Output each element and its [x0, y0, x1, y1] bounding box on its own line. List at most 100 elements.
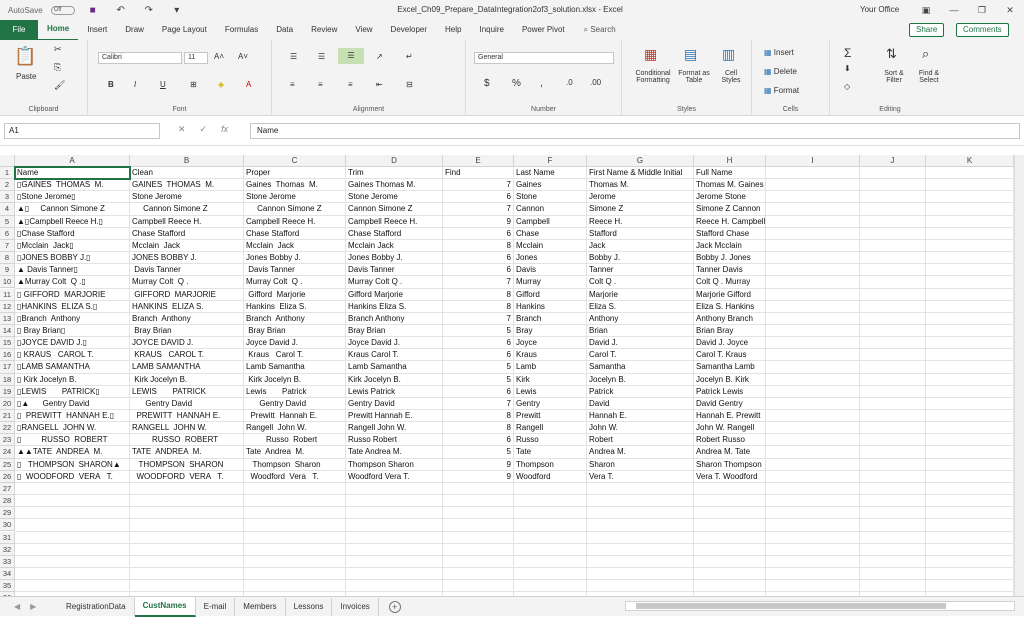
column-header-k[interactable]: K	[926, 155, 1014, 167]
cell-j1[interactable]	[860, 167, 926, 180]
cell-a15[interactable]: ▯JOYCE DAVID J.▯	[15, 337, 130, 350]
cell-h13[interactable]: Anthony Branch	[694, 312, 766, 325]
cell-j18[interactable]	[860, 373, 926, 386]
cell-f10[interactable]: Murray	[514, 276, 587, 289]
cell-g31[interactable]	[587, 531, 694, 544]
cell-k11[interactable]	[926, 288, 1014, 301]
cell-b29[interactable]	[130, 507, 244, 520]
cell-f7[interactable]: Mcclain	[514, 239, 587, 253]
cell-d12[interactable]: Hankins Eliza S.	[346, 300, 443, 313]
cell-a8[interactable]: ▯JONES BOBBY J.▯	[15, 252, 130, 265]
cell-h16[interactable]: Carol T. Kraus	[694, 349, 766, 362]
cell-c31[interactable]	[244, 531, 346, 544]
decrease-font-icon[interactable]: A˅	[238, 52, 248, 61]
cell-d3[interactable]: Stone Jerome	[346, 191, 443, 204]
cell-i3[interactable]	[766, 191, 860, 204]
cell-e5[interactable]: 9	[443, 215, 514, 228]
cell-h8[interactable]: Bobby J. Jones	[694, 252, 766, 265]
cell-j35[interactable]	[860, 580, 926, 593]
cell-e4[interactable]: 7	[443, 203, 514, 216]
row-header[interactable]: 15	[0, 337, 15, 350]
increase-decimal-icon[interactable]: .0	[566, 78, 573, 87]
cell-a9[interactable]: ▲ Davis Tanner▯	[15, 264, 130, 277]
cell-b30[interactable]	[130, 519, 244, 532]
cell-f5[interactable]: Campbell	[514, 215, 587, 228]
cell-d13[interactable]: Branch Anthony	[346, 312, 443, 325]
cell-g27[interactable]	[587, 482, 694, 496]
insert-function-icon[interactable]: fx	[221, 124, 228, 135]
formula-input[interactable]: Name	[250, 123, 1020, 139]
cell-g8[interactable]: Bobby J.	[587, 252, 694, 265]
row-header[interactable]: 4	[0, 203, 15, 216]
cell-e10[interactable]: 7	[443, 276, 514, 289]
cell-e18[interactable]: 5	[443, 373, 514, 386]
cell-k8[interactable]	[926, 252, 1014, 265]
cell-k31[interactable]	[926, 531, 1014, 544]
cell-b26[interactable]: WOODFORD VERA T.	[130, 470, 244, 483]
cell-c25[interactable]: Thompson Sharon	[244, 458, 346, 471]
cell-a2[interactable]: ▯GAINES THOMAS M.	[15, 179, 130, 192]
cell-h10[interactable]: Colt Q . Murray	[694, 276, 766, 289]
cell-f1[interactable]: Last Name	[514, 167, 587, 180]
cell-g12[interactable]: Eliza S.	[587, 300, 694, 313]
cell-h1[interactable]: Full Name	[694, 167, 766, 180]
cell-f8[interactable]: Jones	[514, 252, 587, 265]
cell-j17[interactable]	[860, 361, 926, 374]
cell-c28[interactable]	[244, 495, 346, 508]
minimize-icon[interactable]: —	[940, 0, 968, 20]
row-header[interactable]: 22	[0, 422, 15, 435]
cell-k10[interactable]	[926, 276, 1014, 289]
cell-a27[interactable]	[15, 482, 130, 496]
cell-i26[interactable]	[766, 470, 860, 483]
cell-j24[interactable]	[860, 446, 926, 459]
cell-j26[interactable]	[860, 470, 926, 483]
cell-e26[interactable]: 9	[443, 470, 514, 483]
tab-help[interactable]: Help	[436, 20, 470, 40]
cell-a25[interactable]: ▯ THOMPSON SHARON▲	[15, 458, 130, 471]
cell-k18[interactable]	[926, 373, 1014, 386]
cell-e25[interactable]: 9	[443, 458, 514, 471]
cell-f18[interactable]: Kirk	[514, 373, 587, 386]
cell-c16[interactable]: Kraus Carol T.	[244, 349, 346, 362]
row-header[interactable]: 21	[0, 410, 15, 423]
cell-a3[interactable]: ▯Stone Jerome▯	[15, 191, 130, 204]
cell-c32[interactable]	[244, 543, 346, 556]
row-header[interactable]: 16	[0, 349, 15, 362]
percent-icon[interactable]: %	[512, 78, 521, 89]
cell-a4[interactable]: ▲▯ Cannon Simone Z	[15, 203, 130, 216]
cell-f13[interactable]: Branch	[514, 312, 587, 325]
cell-d11[interactable]: Gifford Marjorie	[346, 288, 443, 301]
cell-k17[interactable]	[926, 361, 1014, 374]
cell-k9[interactable]	[926, 264, 1014, 277]
row-header[interactable]: 23	[0, 434, 15, 447]
cell-h31[interactable]	[694, 531, 766, 544]
cell-h28[interactable]	[694, 495, 766, 508]
cell-i8[interactable]	[766, 252, 860, 265]
insert-cells-button[interactable]: ▦ Insert	[764, 48, 794, 57]
cell-j25[interactable]	[860, 458, 926, 471]
cell-i31[interactable]	[766, 531, 860, 544]
cell-a5[interactable]: ▲▯Campbell Reece H.▯	[15, 215, 130, 228]
cell-i18[interactable]	[766, 373, 860, 386]
cell-b15[interactable]: JOYCE DAVID J.	[130, 337, 244, 350]
cell-f24[interactable]: Tate	[514, 446, 587, 459]
cell-e12[interactable]: 8	[443, 300, 514, 313]
cell-j5[interactable]	[860, 215, 926, 228]
cell-e19[interactable]: 6	[443, 385, 514, 398]
cut-icon[interactable]: ✂	[54, 44, 62, 55]
cell-g19[interactable]: Patrick	[587, 385, 694, 398]
cell-d10[interactable]: Murray Colt Q .	[346, 276, 443, 289]
column-header-i[interactable]: I	[766, 155, 860, 167]
cell-g33[interactable]	[587, 555, 694, 568]
cell-i7[interactable]	[766, 239, 860, 253]
cell-f25[interactable]: Thompson	[514, 458, 587, 471]
cell-k21[interactable]	[926, 410, 1014, 423]
cell-g9[interactable]: Tanner	[587, 264, 694, 277]
row-header[interactable]: 2	[0, 179, 15, 192]
cell-h18[interactable]: Jocelyn B. Kirk	[694, 373, 766, 386]
decrease-indent-icon[interactable]: ⇤	[376, 80, 383, 89]
cell-c6[interactable]: Chase Stafford	[244, 227, 346, 240]
cell-i23[interactable]	[766, 434, 860, 447]
add-sheet-icon[interactable]: +	[388, 600, 401, 613]
name-box[interactable]: A1	[4, 123, 160, 139]
